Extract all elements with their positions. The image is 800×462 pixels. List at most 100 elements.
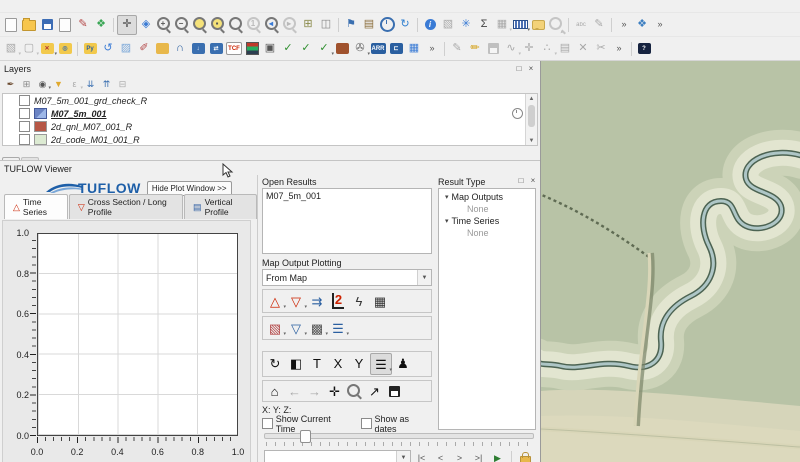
plot-cross-section-button[interactable]: ▽ xyxy=(286,291,307,311)
temporal-controller-button[interactable] xyxy=(378,16,396,34)
cut-features-button[interactable]: ✂ xyxy=(592,40,610,58)
tuflow-plugin-button[interactable]: ∩ xyxy=(171,40,189,58)
python-console-button[interactable]: Py xyxy=(81,40,99,58)
layer-item-2d-qnl[interactable]: 2d_qnl_M07_001_R xyxy=(3,120,537,133)
import-results-button[interactable]: ↓ xyxy=(189,40,207,58)
panel-tab-browser[interactable] xyxy=(21,157,39,160)
window-capture-button[interactable]: ▣ xyxy=(261,40,279,58)
filter-by-expression-button[interactable]: ε xyxy=(67,77,83,92)
checkbox-box[interactable] xyxy=(262,418,273,429)
zoom-full-button[interactable] xyxy=(191,16,209,34)
step-forward-button[interactable]: > xyxy=(451,450,468,462)
x-axis-limits-button[interactable]: X xyxy=(328,353,348,373)
vertex-tool-button[interactable]: ∴ xyxy=(538,40,558,58)
checkbox-box[interactable] xyxy=(360,418,372,429)
processing-history-button[interactable]: ↺ xyxy=(99,40,117,58)
plot-axes[interactable] xyxy=(37,233,238,436)
edit-attributes-button[interactable]: ▤ xyxy=(556,40,574,58)
new-map-view-button[interactable]: ⊞ xyxy=(299,16,317,34)
edit-pencil-gray-button[interactable]: ✎ xyxy=(448,40,466,58)
new-bookmark-button[interactable]: ⚑ xyxy=(342,16,360,34)
home-plot-button[interactable]: ⌂ xyxy=(265,382,284,400)
chevron-down-icon[interactable]: ▼ xyxy=(417,270,431,285)
plot-timeseries-button[interactable]: △ xyxy=(265,291,286,311)
tcf-tool-button[interactable]: TCF xyxy=(225,40,243,58)
mesh-grid-button[interactable]: ▦ xyxy=(405,40,423,58)
identify-features-button[interactable]: i xyxy=(421,16,439,34)
help-contents-button[interactable]: ? xyxy=(635,40,653,58)
3d-box-button[interactable] xyxy=(153,40,171,58)
add-layers-button[interactable]: ❖ xyxy=(633,16,651,34)
configure-plot-button[interactable]: ↗ xyxy=(365,382,384,400)
save-edits-button[interactable] xyxy=(484,40,502,58)
layer-visibility-checkbox[interactable] xyxy=(19,134,30,145)
tab-time-series[interactable]: △ Time Series xyxy=(4,194,68,219)
zoom-out-button[interactable]: − xyxy=(173,16,191,34)
layer-visibility-checkbox[interactable] xyxy=(19,121,30,132)
tab-vertical-profile[interactable]: ▤ Vertical Profile xyxy=(184,194,257,219)
select-features-button[interactable]: ▧ xyxy=(439,16,457,34)
delete-selected-button[interactable]: ✕ xyxy=(574,40,592,58)
zoom-plot-button[interactable] xyxy=(345,382,364,400)
deselect-all-button[interactable]: ▢ xyxy=(20,40,39,58)
y-axis-limits-button[interactable]: Y xyxy=(349,353,369,373)
panel-float-icon[interactable]: □ xyxy=(516,175,526,185)
zoom-last-button[interactable]: ◂ xyxy=(263,16,281,34)
check-files-1-button[interactable]: ✓ xyxy=(279,40,297,58)
open-layer-styling-button[interactable]: ✒ xyxy=(3,77,18,92)
check-files-2-button[interactable]: ✓ xyxy=(297,40,315,58)
time-slider[interactable] xyxy=(262,430,536,443)
cs-from-map-button[interactable]: ▽ xyxy=(286,318,307,338)
toolbar-overflow-2[interactable]: » xyxy=(651,16,669,34)
back-plot-button[interactable]: ← xyxy=(285,382,304,400)
result-type-parent[interactable]: Time Series xyxy=(441,215,533,227)
save-figure-button[interactable] xyxy=(385,382,404,400)
check-files-3-button[interactable]: ✓ xyxy=(315,40,334,58)
forward-plot-button[interactable]: → xyxy=(305,382,324,400)
toolbar2-overflow-2[interactable]: » xyxy=(610,40,628,58)
step-first-button[interactable]: |< xyxy=(413,450,430,462)
ts-from-map-button[interactable]: ▧ xyxy=(265,318,286,338)
layers-scrollbar[interactable]: ▲ ▼ xyxy=(525,94,537,145)
plot-grid-button[interactable]: ▦ xyxy=(370,291,390,311)
result-type-parent[interactable]: Map Outputs xyxy=(441,191,533,203)
layer-item-2d-code[interactable]: 2d_code_M01_001_R xyxy=(3,133,537,145)
plot-legend-menu-button[interactable]: ☰ xyxy=(328,318,349,338)
project-properties-button[interactable]: ✎ xyxy=(74,16,92,34)
scroll-up-icon[interactable]: ▲ xyxy=(529,94,535,103)
open-project-button[interactable] xyxy=(20,16,38,34)
arr-tool-button[interactable]: ARR xyxy=(369,40,387,58)
time-slider-track[interactable] xyxy=(264,430,534,443)
zoom-to-layer-button[interactable] xyxy=(227,16,245,34)
reload-results-button[interactable]: ⇄ xyxy=(207,40,225,58)
plot-flux-secondary-button[interactable]: 2 xyxy=(328,291,348,311)
show-bookmarks-button[interactable]: ▤ xyxy=(360,16,378,34)
layer-styles-button[interactable] xyxy=(243,40,261,58)
add-group-button[interactable]: ⊞ xyxy=(19,77,34,92)
select-rectangle-button[interactable]: ▧ xyxy=(2,40,21,58)
panel-close-icon[interactable]: × xyxy=(526,64,536,74)
play-button[interactable]: ▶ xyxy=(489,450,506,462)
result-type-tree[interactable]: Map Outputs None Time Series None xyxy=(438,188,536,430)
panel-float-icon[interactable]: □ xyxy=(514,64,524,74)
timestep-dropdown[interactable]: ▼ xyxy=(264,449,411,462)
plugin-connector-button[interactable]: ⊏ xyxy=(387,40,405,58)
label-abc-button[interactable]: abc xyxy=(572,16,590,34)
layer-labeling-button[interactable]: ✎ xyxy=(590,16,608,34)
measure-button[interactable] xyxy=(511,16,530,34)
filter-legend-button[interactable]: ▼ xyxy=(51,77,66,92)
layer-item-m07-5m-001[interactable]: M07_5m_001 xyxy=(3,107,537,120)
toolbar2-overflow-1[interactable]: » xyxy=(423,40,441,58)
clear-plot-button[interactable]: ◧ xyxy=(286,353,306,373)
search-locator-button[interactable] xyxy=(547,16,565,34)
map-canvas[interactable] xyxy=(540,61,800,462)
time-slider-handle[interactable] xyxy=(299,430,311,443)
new-3d-map-view-button[interactable]: ◫ xyxy=(317,16,335,34)
remove-layer-button[interactable]: ⊟ xyxy=(115,77,130,92)
panel-close-icon[interactable]: × xyxy=(528,175,538,185)
curtain-plot-button[interactable]: ▩ xyxy=(307,318,328,338)
attachments-button[interactable]: ✇ xyxy=(351,40,370,58)
zoom-in-button[interactable]: + xyxy=(155,16,173,34)
plot-flux-button[interactable]: ⇉ xyxy=(307,291,327,311)
new-project-button[interactable] xyxy=(2,16,20,34)
